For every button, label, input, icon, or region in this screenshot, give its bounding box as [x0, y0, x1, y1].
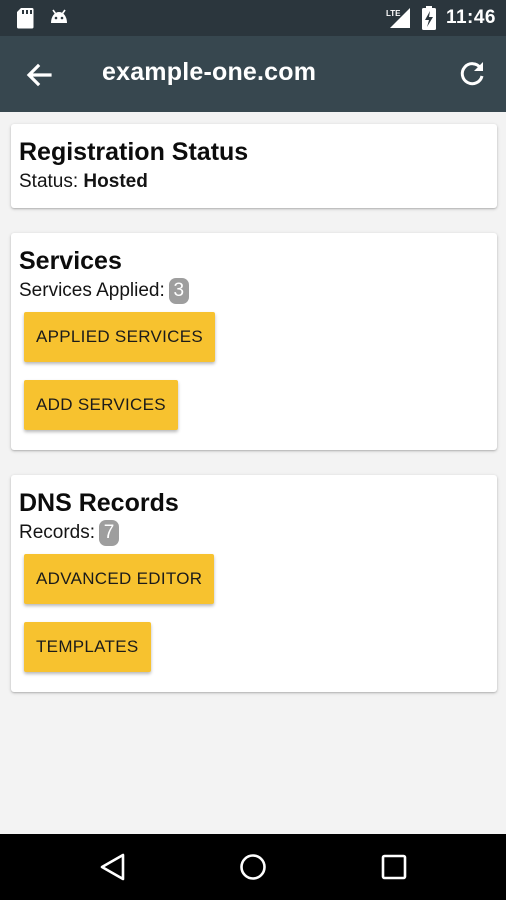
status-bar: LTE 11:46 [0, 0, 506, 36]
services-count-badge: 3 [168, 278, 189, 304]
refresh-icon[interactable] [456, 58, 488, 90]
services-card: Services Services Applied: 3 APPLIED SERV… [11, 233, 497, 450]
dns-records-card: DNS Records Records: 7 ADVANCED EDITOR TE… [11, 475, 497, 692]
status-value: Hosted [83, 171, 148, 192]
registration-status: Status: Hosted [19, 169, 489, 195]
registration-heading: Registration Status [19, 138, 249, 166]
add-services-button[interactable]: ADD SERVICES [24, 380, 178, 431]
dns-heading: DNS Records [19, 489, 179, 517]
nav-recents-icon[interactable] [377, 850, 411, 884]
dns-count-badge: 7 [99, 520, 120, 546]
status-time: 11:46 [445, 7, 496, 28]
navigation-bar [0, 834, 506, 900]
services-applied-line: Services Applied: 3 [19, 278, 489, 304]
status-label: Status: [19, 171, 84, 192]
advanced-editor-button[interactable]: ADVANCED EDITOR [24, 554, 215, 605]
services-applied-label: Services Applied: [19, 280, 165, 302]
templates-button[interactable]: TEMPLATES [24, 622, 151, 673]
arrow-back-icon[interactable] [22, 58, 56, 92]
lte-signal-icon: LTE [385, 8, 410, 28]
dns-records-line: Records: 7 [19, 520, 489, 546]
page-title: example-one.com [102, 58, 317, 86]
content-area: Registration Status Status: Hosted Servi… [0, 112, 506, 834]
dns-records-label: Records: [19, 522, 96, 544]
svg-text:LTE: LTE [386, 9, 401, 18]
registration-card: Registration Status Status: Hosted [11, 124, 497, 208]
nav-home-icon[interactable] [236, 850, 270, 884]
app-bar: example-one.com [0, 36, 506, 112]
sd-card-icon [17, 8, 34, 29]
services-heading: Services [19, 247, 122, 275]
applied-services-button[interactable]: APPLIED SERVICES [24, 312, 215, 363]
battery-charging-icon [421, 6, 436, 30]
android-icon [51, 9, 67, 23]
nav-back-icon[interactable] [96, 850, 130, 884]
